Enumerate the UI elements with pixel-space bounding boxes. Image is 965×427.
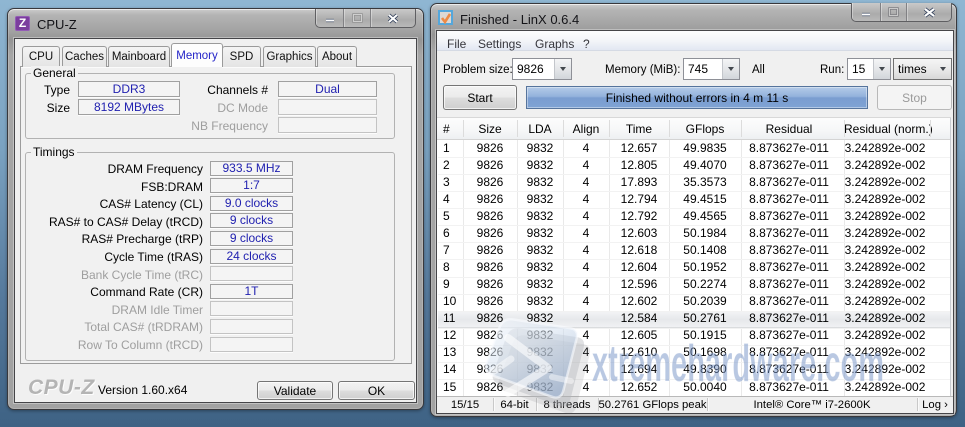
svg-text:xtremehardware.com: xtremehardware.com [592, 335, 884, 393]
